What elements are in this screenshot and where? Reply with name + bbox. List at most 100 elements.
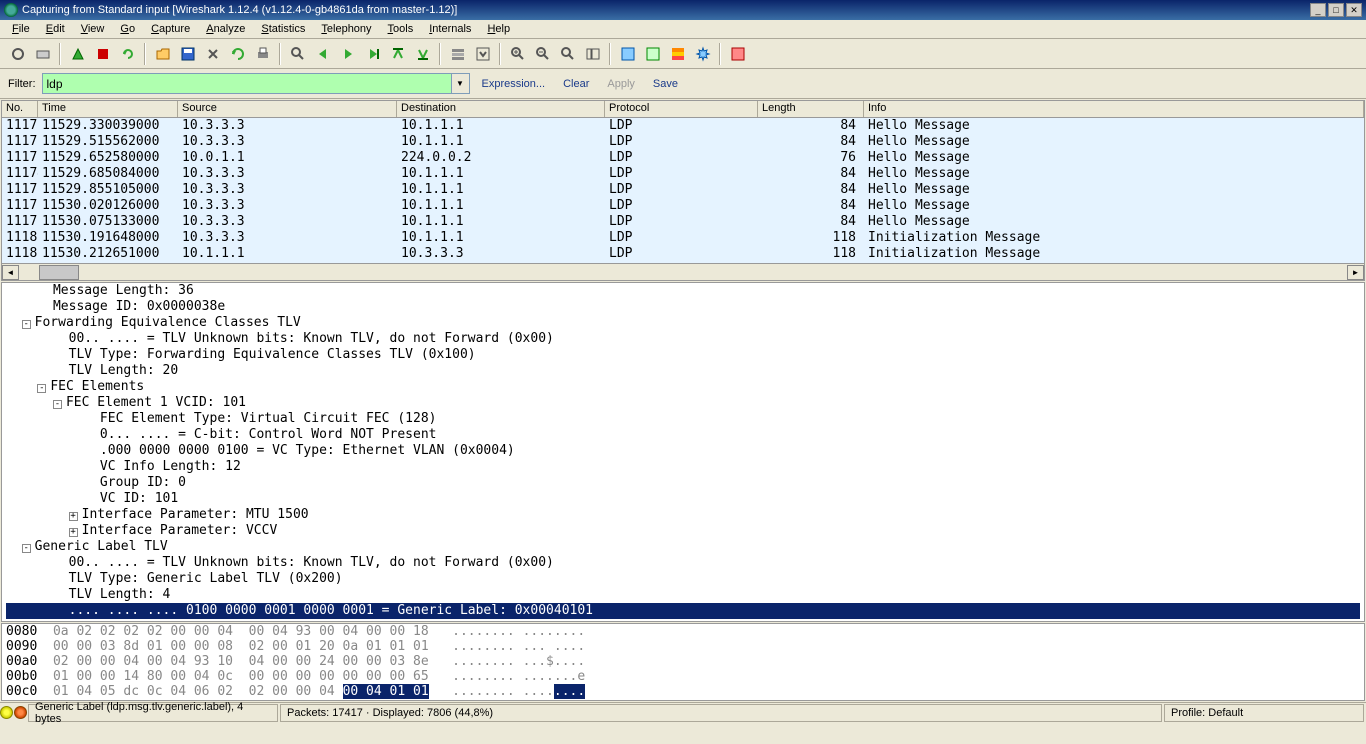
- detail-line[interactable]: FEC Element Type: Virtual Circuit FEC (1…: [6, 411, 1360, 427]
- display-filters-icon[interactable]: [641, 42, 664, 65]
- detail-line[interactable]: -FEC Element 1 VCID: 101: [6, 395, 1360, 411]
- detail-line[interactable]: 00.. .... = TLV Unknown bits: Known TLV,…: [6, 555, 1360, 571]
- go-back-icon[interactable]: [311, 42, 334, 65]
- resize-columns-icon[interactable]: [581, 42, 604, 65]
- filter-dropdown-icon[interactable]: ▼: [452, 73, 470, 94]
- close-file-icon[interactable]: [201, 42, 224, 65]
- filter-input[interactable]: [42, 73, 452, 94]
- column-protocol[interactable]: Protocol: [605, 101, 758, 117]
- packet-row[interactable]: 1118111530.19164800010.3.3.310.1.1.1LDP1…: [2, 230, 1364, 246]
- find-icon[interactable]: [286, 42, 309, 65]
- detail-line[interactable]: TLV Type: Forwarding Equivalence Classes…: [6, 347, 1360, 363]
- detail-line[interactable]: TLV Type: Generic Label TLV (0x200): [6, 571, 1360, 587]
- zoom-100-icon[interactable]: [556, 42, 579, 65]
- detail-line[interactable]: 0... .... = C-bit: Control Word NOT Pres…: [6, 427, 1360, 443]
- column-no[interactable]: No.: [2, 101, 38, 117]
- detail-line[interactable]: -FEC Elements: [6, 379, 1360, 395]
- hex-line[interactable]: 00b0 01 00 00 14 80 00 04 0c 00 00 00 00…: [6, 669, 1360, 684]
- detail-line[interactable]: 00.. .... = TLV Unknown bits: Known TLV,…: [6, 331, 1360, 347]
- save-icon[interactable]: [176, 42, 199, 65]
- column-length[interactable]: Length: [758, 101, 864, 117]
- packet-scrollbar[interactable]: ◄ ►: [2, 263, 1364, 280]
- packet-row[interactable]: 1117511529.85510500010.3.3.310.1.1.1LDP8…: [2, 182, 1364, 198]
- detail-line[interactable]: Message Length: 36: [6, 283, 1360, 299]
- detail-line[interactable]: +Interface Parameter: MTU 1500: [6, 507, 1360, 523]
- hex-line[interactable]: 00a0 02 00 00 04 00 04 93 10 04 00 00 24…: [6, 654, 1360, 669]
- menu-tools[interactable]: Tools: [380, 21, 422, 37]
- capture-filters-icon[interactable]: [616, 42, 639, 65]
- packet-list-header[interactable]: No. Time Source Destination Protocol Len…: [2, 101, 1364, 118]
- go-last-icon[interactable]: [411, 42, 434, 65]
- preferences-icon[interactable]: [691, 42, 714, 65]
- detail-line[interactable]: .000 0000 0000 0100 = VC Type: Ethernet …: [6, 443, 1360, 459]
- column-time[interactable]: Time: [38, 101, 178, 117]
- detail-line[interactable]: .... .... .... 0100 0000 0001 0000 0001 …: [6, 603, 1360, 619]
- save-button[interactable]: Save: [647, 78, 684, 90]
- interfaces-icon[interactable]: [6, 42, 29, 65]
- coloring-rules-icon[interactable]: [666, 42, 689, 65]
- packet-row[interactable]: 1117311529.65258000010.0.1.1224.0.0.2LDP…: [2, 150, 1364, 166]
- expression-button[interactable]: Expression...: [476, 78, 552, 90]
- tree-toggle-icon[interactable]: +: [69, 528, 78, 537]
- packet-row[interactable]: 1117611530.02012600010.3.3.310.1.1.1LDP8…: [2, 198, 1364, 214]
- print-icon[interactable]: [251, 42, 274, 65]
- reload-icon[interactable]: [226, 42, 249, 65]
- detail-line[interactable]: VC ID: 101: [6, 491, 1360, 507]
- menu-go[interactable]: Go: [112, 21, 143, 37]
- menu-internals[interactable]: Internals: [421, 21, 479, 37]
- clear-button[interactable]: Clear: [557, 78, 595, 90]
- detail-line[interactable]: TLV Length: 20: [6, 363, 1360, 379]
- zoom-out-icon[interactable]: [531, 42, 554, 65]
- menu-capture[interactable]: Capture: [143, 21, 198, 37]
- column-info[interactable]: Info: [864, 101, 1364, 117]
- column-source[interactable]: Source: [178, 101, 397, 117]
- hex-line[interactable]: 0090 00 00 03 8d 01 00 00 08 02 00 01 20…: [6, 639, 1360, 654]
- open-icon[interactable]: [151, 42, 174, 65]
- zoom-in-icon[interactable]: [506, 42, 529, 65]
- go-first-icon[interactable]: [386, 42, 409, 65]
- tree-toggle-icon[interactable]: +: [69, 512, 78, 521]
- tree-toggle-icon[interactable]: -: [22, 320, 31, 329]
- scroll-left-icon[interactable]: ◄: [2, 265, 19, 280]
- detail-line[interactable]: +Interface Parameter: VCCV: [6, 523, 1360, 539]
- start-capture-icon[interactable]: [66, 42, 89, 65]
- detail-line[interactable]: Message ID: 0x0000038e: [6, 299, 1360, 315]
- hex-line[interactable]: 00c0 01 04 05 dc 0c 04 06 02 02 00 00 04…: [6, 684, 1360, 699]
- detail-line[interactable]: Group ID: 0: [6, 475, 1360, 491]
- tree-toggle-icon[interactable]: -: [53, 400, 62, 409]
- options-icon[interactable]: [31, 42, 54, 65]
- detail-line[interactable]: -Generic Label TLV: [6, 539, 1360, 555]
- packet-details-pane[interactable]: Message Length: 36 Message ID: 0x0000038…: [1, 282, 1365, 622]
- packet-row[interactable]: 1117211529.51556200010.3.3.310.1.1.1LDP8…: [2, 134, 1364, 150]
- menu-statistics[interactable]: Statistics: [253, 21, 313, 37]
- expert-info-icon[interactable]: [0, 706, 13, 719]
- packet-list-pane[interactable]: No. Time Source Destination Protocol Len…: [1, 100, 1365, 281]
- tree-toggle-icon[interactable]: -: [37, 384, 46, 393]
- restart-capture-icon[interactable]: [116, 42, 139, 65]
- stop-capture-icon[interactable]: [91, 42, 114, 65]
- scroll-right-icon[interactable]: ►: [1347, 265, 1364, 280]
- status-profile[interactable]: Profile: Default: [1164, 704, 1364, 722]
- menu-analyze[interactable]: Analyze: [198, 21, 253, 37]
- packet-bytes-pane[interactable]: 0080 0a 02 02 02 02 00 00 04 00 04 93 00…: [1, 623, 1365, 701]
- help-icon[interactable]: [726, 42, 749, 65]
- detail-line[interactable]: VC Info Length: 12: [6, 459, 1360, 475]
- menu-help[interactable]: Help: [479, 21, 518, 37]
- apply-button[interactable]: Apply: [601, 78, 641, 90]
- packet-row[interactable]: 1117711530.07513300010.3.3.310.1.1.1LDP8…: [2, 214, 1364, 230]
- tree-toggle-icon[interactable]: -: [22, 544, 31, 553]
- go-forward-icon[interactable]: [336, 42, 359, 65]
- packet-row[interactable]: 1117011529.33003900010.3.3.310.1.1.1LDP8…: [2, 118, 1364, 134]
- scroll-thumb[interactable]: [39, 265, 79, 280]
- close-button[interactable]: ✕: [1346, 3, 1362, 17]
- menu-edit[interactable]: Edit: [38, 21, 73, 37]
- packet-row[interactable]: 1117411529.68508400010.3.3.310.1.1.1LDP8…: [2, 166, 1364, 182]
- auto-scroll-icon[interactable]: [471, 42, 494, 65]
- colorize-icon[interactable]: [446, 42, 469, 65]
- detail-line[interactable]: -Forwarding Equivalence Classes TLV: [6, 315, 1360, 331]
- detail-line[interactable]: TLV Length: 4: [6, 587, 1360, 603]
- packet-row[interactable]: 1118211530.21265100010.1.1.110.3.3.3LDP1…: [2, 246, 1364, 262]
- menu-file[interactable]: File: [4, 21, 38, 37]
- maximize-button[interactable]: □: [1328, 3, 1344, 17]
- minimize-button[interactable]: _: [1310, 3, 1326, 17]
